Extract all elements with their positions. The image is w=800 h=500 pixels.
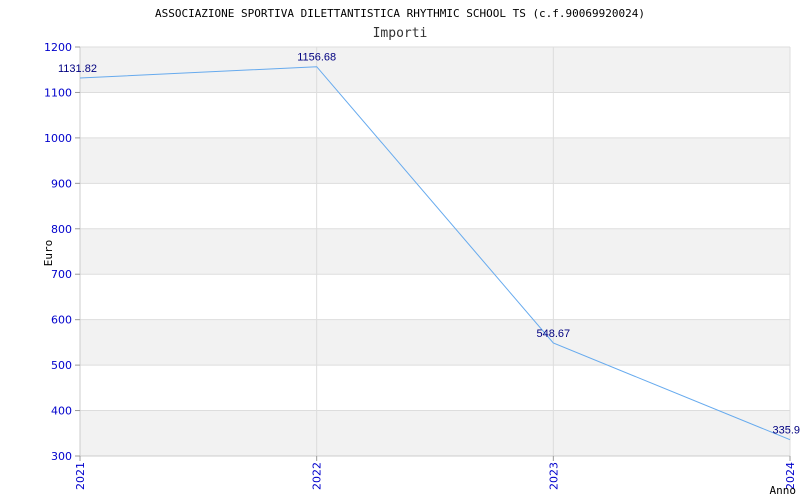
grid-band	[80, 92, 790, 138]
grid-band	[80, 47, 790, 93]
y-tick-label: 1000	[44, 132, 72, 145]
grid-band	[80, 410, 790, 456]
x-tick-label: 2022	[311, 462, 324, 490]
data-label: 1156.68	[297, 52, 336, 64]
y-tick-label: 1200	[44, 41, 72, 54]
x-axis-ticks: 2021 2022 2023 2024	[74, 456, 797, 490]
x-tick-label: 2023	[547, 462, 560, 490]
data-label: 548.67	[537, 328, 571, 340]
grid-band	[80, 365, 790, 411]
y-tick-label: 700	[51, 268, 72, 281]
x-tick-label: 2021	[74, 462, 87, 490]
chart-title: ASSOCIAZIONE SPORTIVA DILETTANTISTICA RH…	[155, 7, 645, 20]
line-chart: ASSOCIAZIONE SPORTIVA DILETTANTISTICA RH…	[42, 7, 800, 497]
y-tick-label: 800	[51, 223, 72, 236]
y-tick-label: 400	[51, 405, 72, 418]
grid-band	[80, 228, 790, 275]
y-tick-label: 300	[51, 450, 72, 463]
grid-band	[80, 137, 790, 184]
y-tick-label: 1100	[44, 86, 72, 99]
data-label: 335.9	[772, 425, 800, 437]
y-tick-label: 600	[51, 314, 72, 327]
y-tick-label: 900	[51, 177, 72, 190]
data-label: 1131.82	[58, 63, 97, 75]
x-axis-label: Anno	[770, 484, 797, 497]
chart-subtitle: Importi	[373, 26, 428, 41]
grid-band	[80, 319, 790, 366]
grid-band	[80, 183, 790, 229]
y-axis-label: Euro	[42, 240, 55, 267]
plot-background	[80, 47, 790, 456]
grid-band	[80, 274, 790, 320]
y-tick-label: 500	[51, 359, 72, 372]
